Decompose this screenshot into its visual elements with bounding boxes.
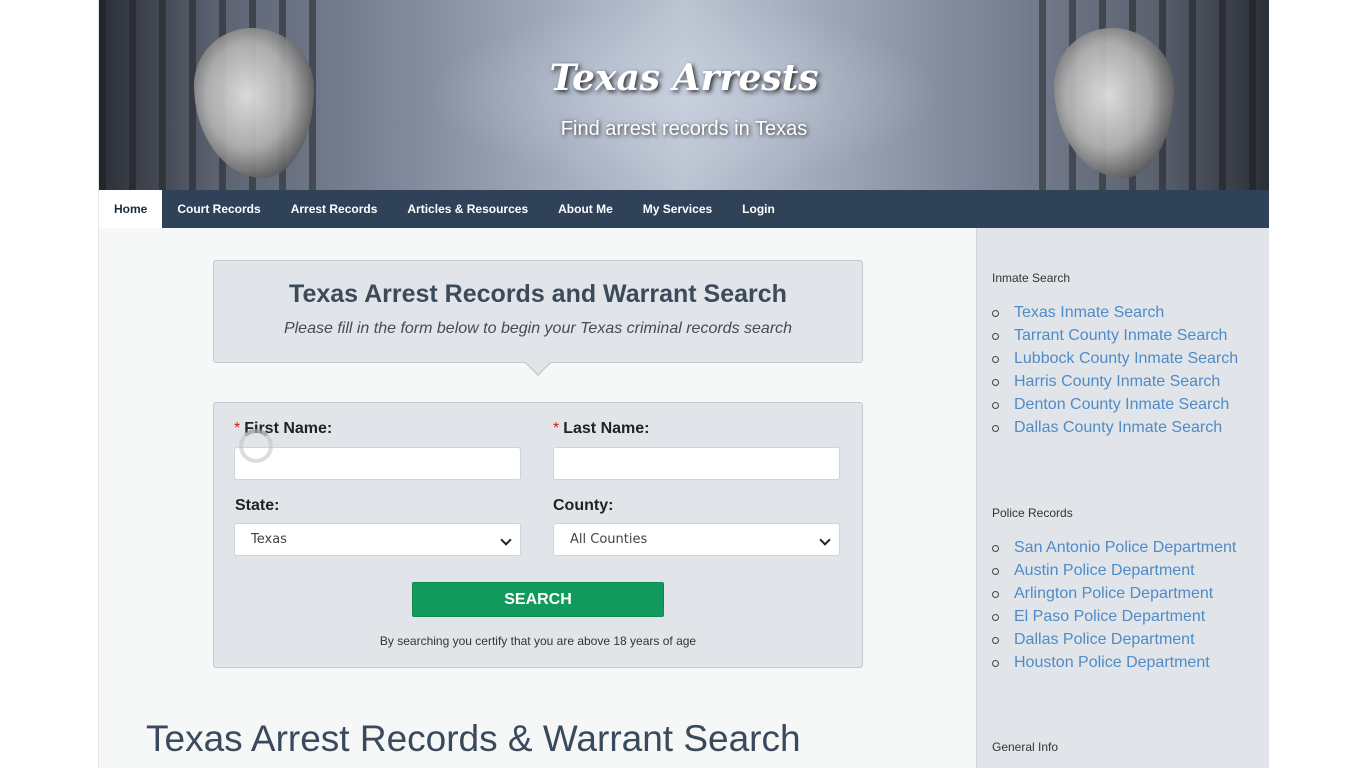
age-certification-text: By searching you certify that you are ab… [379,634,697,648]
state-label: State: [235,497,280,514]
link-dallas-county-inmate-search[interactable]: Dallas County Inmate Search [1014,419,1222,436]
state-select-value: Texas [251,532,287,547]
site-tagline: Find arrest records in Texas [560,118,808,140]
last-name-input[interactable] [553,447,840,480]
list-item: Austin Police Department [992,559,1236,582]
list-item: El Paso Police Department [992,605,1236,628]
chevron-down-icon [500,534,512,546]
link-houston-police-department[interactable]: Houston Police Department [1014,654,1210,671]
inmate-search-list: Texas Inmate Search Tarrant County Inmat… [992,301,1238,439]
link-harris-county-inmate-search[interactable]: Harris County Inmate Search [1014,373,1220,390]
search-button[interactable]: SEARCH [412,582,664,617]
page-container: Texas Arrests Find arrest records in Tex… [98,0,1269,768]
list-item: Denton County Inmate Search [992,393,1238,416]
list-item: San Antonio Police Department [992,536,1236,559]
chevron-down-icon [819,534,831,546]
link-tarrant-county-inmate-search[interactable]: Tarrant County Inmate Search [1014,327,1227,344]
nav-articles-resources[interactable]: Articles & Resources [392,190,543,228]
loading-spinner-icon [239,429,273,463]
search-form: * First Name: * Last Name: State: County: … [213,402,863,668]
sidebar-title-general-info: General Info [992,740,1059,754]
main-heading: Texas Arrest Records & Warrant Search [146,718,801,759]
county-select-value: All Counties [570,532,648,547]
search-header-box: Texas Arrest Records and Warrant Search … [213,260,863,376]
list-item: Texas Inmate Search [992,301,1238,324]
list-item: Lubbock County Inmate Search [992,347,1238,370]
link-dallas-police-department[interactable]: Dallas Police Department [1014,631,1195,648]
sidebar-title-police-records: Police Records [992,506,1073,520]
search-title: Texas Arrest Records and Warrant Search [289,280,787,308]
link-texas-inmate-search[interactable]: Texas Inmate Search [1014,304,1164,321]
link-arlington-police-department[interactable]: Arlington Police Department [1014,585,1213,602]
required-asterisk: * [553,420,560,437]
county-select[interactable]: All Counties [553,523,840,556]
link-san-antonio-police-department[interactable]: San Antonio Police Department [1014,539,1236,556]
police-records-list: San Antonio Police Department Austin Pol… [992,536,1236,674]
header-banner: Texas Arrests Find arrest records in Tex… [99,0,1269,190]
link-denton-county-inmate-search[interactable]: Denton County Inmate Search [1014,396,1229,413]
sidebar-title-inmate-search: Inmate Search [992,271,1071,285]
first-name-input[interactable] [234,447,521,480]
list-item: Houston Police Department [992,651,1236,674]
sidebar: Inmate Search Texas Inmate Search Tarran… [976,228,1269,768]
last-name-label: * Last Name: [553,420,650,437]
list-item: Harris County Inmate Search [992,370,1238,393]
state-select[interactable]: Texas [234,523,521,556]
list-item: Arlington Police Department [992,582,1236,605]
site-title[interactable]: Texas Arrests [99,57,1269,99]
main-nav: Home Court Records Arrest Records Articl… [99,190,1269,228]
required-asterisk: * [234,420,241,437]
link-el-paso-police-department[interactable]: El Paso Police Department [1014,608,1205,625]
county-label: County: [553,497,614,514]
link-austin-police-department[interactable]: Austin Police Department [1014,562,1195,579]
list-item: Tarrant County Inmate Search [992,324,1238,347]
nav-court-records[interactable]: Court Records [162,190,275,228]
nav-home[interactable]: Home [99,190,163,228]
nav-my-services[interactable]: My Services [628,190,727,228]
nav-arrest-records[interactable]: Arrest Records [276,190,393,228]
nav-login[interactable]: Login [727,190,790,228]
link-lubbock-county-inmate-search[interactable]: Lubbock County Inmate Search [1014,350,1238,367]
list-item: Dallas Police Department [992,628,1236,651]
nav-about-me[interactable]: About Me [543,190,628,228]
list-item: Dallas County Inmate Search [992,416,1238,439]
search-subtitle: Please fill in the form below to begin y… [283,320,793,337]
